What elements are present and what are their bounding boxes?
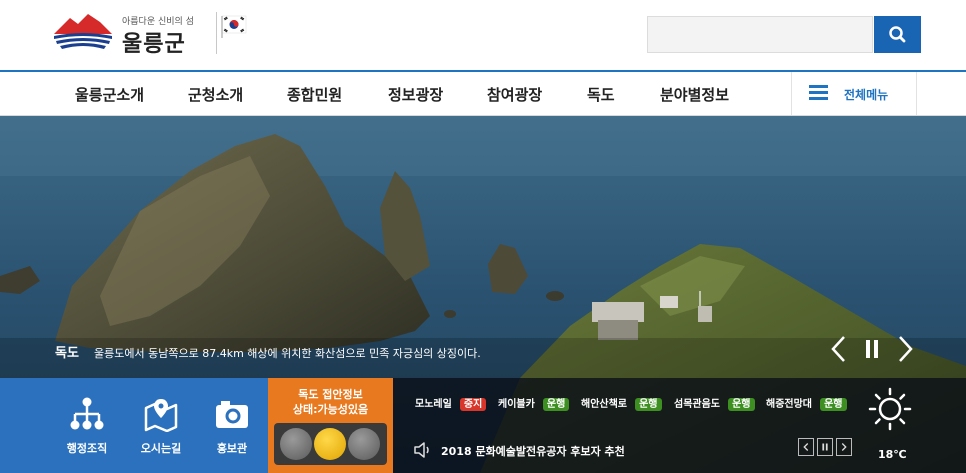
hero-banner: 독도 울릉도에서 동남쪽으로 87.4km 해상에 위치한 화산섬으로 민족 자…	[0, 116, 966, 473]
light-off-left	[280, 428, 312, 460]
dokdo-berthing-panel[interactable]: 독도 접안정보 상태:가능성있음	[268, 378, 393, 473]
light-on-yellow	[314, 428, 346, 460]
transport-status-badge: 운행	[728, 398, 755, 411]
slide-prev-button[interactable]	[828, 333, 850, 365]
search-button[interactable]	[874, 16, 921, 53]
transport-status-badge: 운행	[820, 398, 847, 411]
transport-name: 케이블카	[498, 399, 535, 410]
transport-status-badge: 운행	[542, 398, 570, 411]
korean-flag-icon	[221, 15, 247, 38]
quick-link-label: 오시는길	[140, 442, 182, 455]
nav-item-info-plaza[interactable]: 정보광장	[388, 84, 443, 105]
nav-item-field-info[interactable]: 분야별정보	[660, 84, 729, 105]
nav-item-participation[interactable]: 참여광장	[487, 84, 542, 105]
search-icon	[889, 26, 906, 43]
transport-underwater-observatory: 해중전망대 운행	[766, 392, 847, 411]
transport-cable-car: 케이블카 운행	[498, 392, 570, 411]
hamburger-icon	[809, 85, 828, 101]
quick-link-label: 행정조직	[66, 442, 108, 455]
quick-link-directions[interactable]: 오시는길	[131, 392, 191, 464]
sun-icon	[868, 387, 912, 431]
transport-status-badge: 운행	[635, 398, 662, 411]
notice-next-button[interactable]	[836, 438, 852, 456]
site-logo[interactable]: 아름다운 신비의 섬 울릉군	[52, 12, 222, 58]
ulleung-emblem-icon	[54, 14, 112, 49]
quick-links-bar: 행정조직 오시는길 홍보관	[0, 378, 268, 473]
dokdo-berthing-status: 상태:가능성있음	[292, 403, 369, 416]
light-off-right	[348, 428, 380, 460]
org-chart-icon	[70, 397, 104, 430]
transport-name: 해안산책로	[581, 399, 627, 410]
transport-monorail: 모노레일 중지	[415, 392, 487, 411]
main-nav: 울릉군소개 군청소개 종합민원 정보광장 참여광장 독도 분야별정보 전체메뉴	[0, 70, 966, 116]
traffic-light	[274, 423, 387, 465]
hero-caption-text: 울릉도에서 동남쪽으로 87.4km 해상에 위치한 화산섬으로 민족 자긍심의…	[94, 347, 481, 360]
all-menu-button[interactable]: 전체메뉴	[791, 72, 917, 115]
speaker-icon	[414, 442, 429, 458]
transport-name: 모노레일	[415, 399, 452, 410]
logo-title: 울릉군	[122, 32, 186, 57]
quick-link-pr-hall[interactable]: 홍보관	[202, 392, 262, 464]
nav-item-civil-service[interactable]: 종합민원	[287, 84, 342, 105]
search-input[interactable]	[647, 16, 873, 53]
all-menu-label: 전체메뉴	[844, 88, 889, 102]
search-bar	[647, 16, 921, 53]
notice-prev-button[interactable]	[798, 438, 814, 456]
notice-text[interactable]: 2018 문화예술발전유공자 후보자 추천	[441, 443, 625, 459]
quick-link-label: 홍보관	[216, 442, 248, 455]
notice-ticker[interactable]: 2018 문화예술발전유공자 후보자 추천	[413, 440, 813, 460]
camera-icon	[216, 401, 248, 428]
weather-temperature: 18℃	[878, 448, 907, 461]
hero-caption: 독도 울릉도에서 동남쪽으로 87.4km 해상에 위치한 화산섬으로 민족 자…	[55, 342, 481, 361]
quick-link-organization[interactable]: 행정조직	[57, 392, 117, 464]
transport-name: 섬목관음도	[674, 399, 720, 410]
page: 아름다운 신비의 섬 울릉군 울릉군소개 군청소개 종합민원 정보광장 참여광장…	[0, 0, 966, 473]
nav-item-county-office[interactable]: 군청소개	[188, 84, 243, 105]
slide-next-button[interactable]	[894, 333, 916, 365]
map-icon	[144, 399, 178, 432]
notice-pause-button[interactable]	[817, 438, 833, 456]
nav-item-about-ulleung[interactable]: 울릉군소개	[75, 84, 144, 105]
header: 아름다운 신비의 섬 울릉군	[0, 0, 966, 70]
hero-caption-title: 독도	[55, 346, 79, 361]
transport-status-badge: 중지	[459, 398, 487, 411]
logo-divider	[216, 12, 217, 54]
info-panel: 모노레일 중지 케이블카 운행 해안산책로 운행 섬목관음도 운행 해중전망대 …	[393, 378, 966, 473]
slide-pause-button[interactable]	[861, 333, 883, 365]
nav-item-dokdo[interactable]: 독도	[587, 84, 615, 105]
transport-name: 해중전망대	[766, 399, 812, 410]
transport-seommok-gwaneumdo: 섬목관음도 운행	[674, 392, 755, 411]
dokdo-berthing-title: 독도 접안정보	[298, 388, 363, 401]
transport-coastal-trail: 해안산책로 운행	[581, 392, 662, 411]
